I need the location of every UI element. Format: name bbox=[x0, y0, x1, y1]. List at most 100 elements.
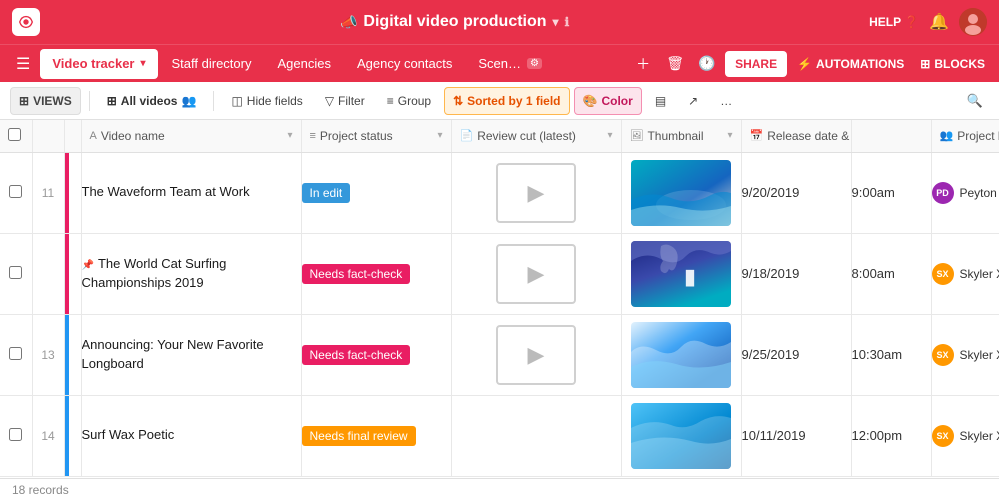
row-project-lead[interactable]: SXSkyler Xu bbox=[931, 395, 999, 476]
th-project-status[interactable]: ≡ Project status ▾ bbox=[301, 120, 451, 152]
status-badge: Needs fact-check bbox=[302, 264, 411, 284]
th-review-icon: 📄 bbox=[460, 129, 474, 142]
notifications-icon[interactable]: 🔔 bbox=[929, 12, 949, 32]
row-project-lead[interactable]: SXSkyler Xu bbox=[931, 314, 999, 395]
row-thumbnail[interactable] bbox=[621, 314, 741, 395]
row-thumbnail[interactable] bbox=[621, 152, 741, 233]
row-review-cut[interactable]: ▶ bbox=[451, 233, 621, 314]
nav-tab-agency-contacts[interactable]: Agency contacts bbox=[345, 49, 464, 79]
row-thumbnail[interactable]: ▊ bbox=[621, 233, 741, 314]
row-checkbox[interactable] bbox=[9, 347, 22, 360]
title-caret-icon[interactable]: ▾ bbox=[553, 15, 559, 29]
th-video-name[interactable]: A Video name ▾ bbox=[81, 120, 301, 152]
trash-icon[interactable]: 🗑 bbox=[661, 50, 689, 78]
row-number: 13 bbox=[32, 314, 64, 395]
lead-avatar: SX bbox=[932, 425, 954, 447]
row-video-name[interactable]: Announcing: Your New Favorite Longboard bbox=[81, 314, 301, 395]
top-bar-right: HELP ❓ 🔔 bbox=[869, 8, 987, 36]
table-row[interactable]: 📌The World Cat Surfing Championships 201… bbox=[0, 233, 999, 314]
help-circle-icon: ❓ bbox=[904, 15, 919, 29]
status-badge: Needs fact-check bbox=[302, 345, 411, 365]
blocks-button[interactable]: ⊞ BLOCKS bbox=[914, 53, 991, 75]
video-thumbnail-placeholder[interactable]: ▶ bbox=[496, 325, 576, 385]
th-name-caret-icon[interactable]: ▾ bbox=[287, 130, 292, 141]
row-video-name[interactable]: 📌The World Cat Surfing Championships 201… bbox=[81, 233, 301, 314]
th-release-date[interactable]: 📅 Release date & time ▾ bbox=[741, 120, 851, 152]
color-button[interactable]: 🎨 Color bbox=[574, 87, 642, 115]
more-button[interactable]: … bbox=[711, 87, 741, 115]
row-project-lead[interactable]: SXSkyler Xu bbox=[931, 233, 999, 314]
row-video-name[interactable]: Surf Wax Poetic bbox=[81, 395, 301, 476]
all-videos-grid-icon: ⊞ bbox=[107, 94, 117, 108]
th-review-caret-icon[interactable]: ▾ bbox=[607, 130, 612, 141]
table-row[interactable]: 13Announcing: Your New Favorite Longboar… bbox=[0, 314, 999, 395]
filter-icon: ▽ bbox=[325, 94, 334, 108]
filter-button[interactable]: ▽ Filter bbox=[316, 87, 374, 115]
select-all-checkbox[interactable] bbox=[8, 128, 21, 141]
share-button[interactable]: SHARE bbox=[725, 51, 787, 77]
lead-name-text: Peyton Deve… bbox=[960, 186, 999, 200]
row-project-status[interactable]: Needs final review bbox=[301, 395, 451, 476]
row-project-status[interactable]: Needs fact-check bbox=[301, 233, 451, 314]
nav-tab-video-tracker[interactable]: Video tracker ▾ bbox=[40, 49, 157, 79]
video-thumbnail-placeholder[interactable]: ▶ bbox=[496, 163, 576, 223]
share-view-icon: ↗ bbox=[688, 94, 698, 108]
record-count: 18 records bbox=[12, 483, 69, 497]
row-release-time: 9:00am bbox=[851, 152, 931, 233]
hamburger-icon[interactable]: ☰ bbox=[8, 50, 38, 78]
th-project-lead[interactable]: 👥 Project lead bbox=[931, 120, 999, 152]
nav-tab-video-tracker-label: Video tracker bbox=[52, 56, 134, 71]
th-thumbnail-caret-icon[interactable]: ▾ bbox=[727, 130, 732, 141]
row-project-lead[interactable]: PDPeyton Deve… bbox=[931, 152, 999, 233]
hide-fields-button[interactable]: ◫ Hide fields bbox=[222, 87, 311, 115]
th-check[interactable] bbox=[0, 120, 32, 152]
th-thumbnail[interactable]: 🖼 Thumbnail ▾ bbox=[621, 120, 741, 152]
all-videos-button[interactable]: ⊞ All videos 👥 bbox=[98, 87, 206, 115]
row-checkbox[interactable] bbox=[9, 266, 22, 279]
table-row[interactable]: 11The Waveform Team at WorkIn edit▶9/20/… bbox=[0, 152, 999, 233]
help-button[interactable]: HELP ❓ bbox=[869, 15, 919, 29]
play-icon: ▶ bbox=[528, 261, 545, 287]
row-release-date: 9/25/2019 bbox=[741, 314, 851, 395]
row-video-name[interactable]: The Waveform Team at Work bbox=[81, 152, 301, 233]
row-thumbnail[interactable] bbox=[621, 395, 741, 476]
row-project-status[interactable]: In edit bbox=[301, 152, 451, 233]
th-review-cut[interactable]: 📄 Review cut (latest) ▾ bbox=[451, 120, 621, 152]
row-height-button[interactable]: ▤ bbox=[646, 87, 675, 115]
nav-tab-scenes[interactable]: Scen… ⚙ bbox=[466, 49, 554, 79]
views-button[interactable]: ⊞ VIEWS bbox=[10, 87, 81, 115]
app-logo[interactable] bbox=[12, 8, 40, 36]
nav-tab-agency-contacts-label: Agency contacts bbox=[357, 56, 452, 71]
svg-text:▊: ▊ bbox=[685, 269, 697, 287]
row-checkbox[interactable] bbox=[9, 428, 22, 441]
history-icon[interactable]: 🕐 bbox=[693, 50, 721, 78]
row-color-indicator bbox=[64, 314, 81, 395]
table-row[interactable]: 14Surf Wax PoeticNeeds final review10/11… bbox=[0, 395, 999, 476]
lead-inner: SXSkyler Xu bbox=[932, 425, 999, 447]
group-button[interactable]: ≡ Group bbox=[378, 87, 440, 115]
play-icon: ▶ bbox=[528, 342, 545, 368]
nav-tab-staff-directory[interactable]: Staff directory bbox=[160, 49, 264, 79]
search-icon[interactable]: 🔍 bbox=[961, 87, 989, 115]
add-tab-icon[interactable]: ＋ bbox=[629, 50, 657, 78]
video-name-text: The Waveform Team at Work bbox=[82, 184, 250, 199]
video-thumbnail-placeholder[interactable]: ▶ bbox=[496, 244, 576, 304]
th-status-label: Project status bbox=[320, 129, 393, 143]
row-review-cut[interactable]: ▶ bbox=[451, 314, 621, 395]
row-release-time: 12:00pm bbox=[851, 395, 931, 476]
row-checkbox[interactable] bbox=[9, 185, 22, 198]
row-color-indicator bbox=[64, 233, 81, 314]
group-icon: ≡ bbox=[387, 94, 394, 108]
share-view-button[interactable]: ↗ bbox=[679, 87, 707, 115]
info-icon[interactable]: ℹ bbox=[565, 15, 570, 29]
row-project-status[interactable]: Needs fact-check bbox=[301, 314, 451, 395]
user-avatar[interactable] bbox=[959, 8, 987, 36]
th-status-caret-icon[interactable]: ▾ bbox=[437, 130, 442, 141]
row-review-cut[interactable]: ▶ bbox=[451, 152, 621, 233]
lead-name-text: Skyler Xu bbox=[960, 348, 999, 362]
nav-tab-scenes-label: Scen… bbox=[478, 56, 521, 71]
sort-button[interactable]: ⇅ Sorted by 1 field bbox=[444, 87, 569, 115]
row-review-cut[interactable] bbox=[451, 395, 621, 476]
automations-button[interactable]: ⚡ AUTOMATIONS bbox=[791, 53, 910, 75]
nav-tab-agencies[interactable]: Agencies bbox=[265, 49, 342, 79]
